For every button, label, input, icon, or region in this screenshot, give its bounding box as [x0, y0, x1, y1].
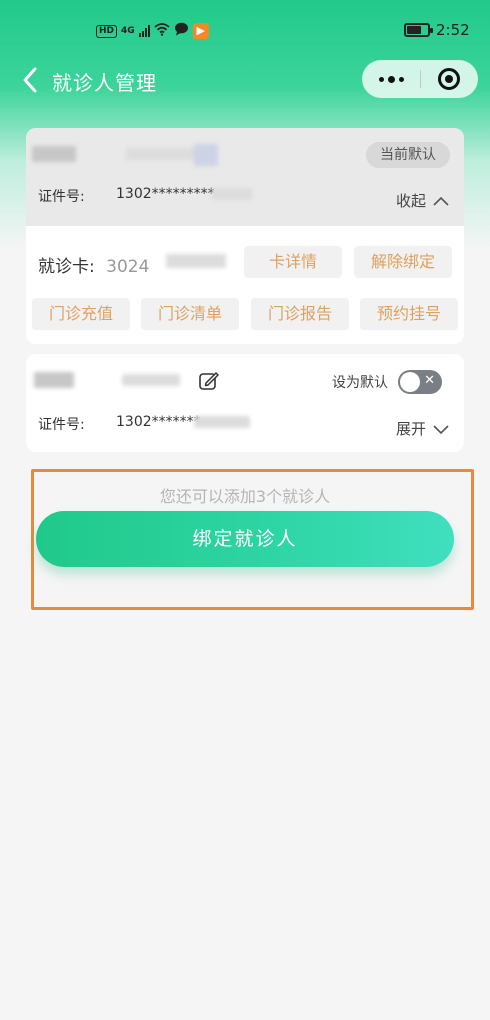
status-indicators: HD 4G ▶ — [96, 22, 209, 40]
wifi-icon — [154, 22, 170, 40]
patient-name-masked — [32, 146, 76, 162]
patient-card-header[interactable]: 当前默认 证件号: 1302********* 收起 — [26, 128, 464, 226]
current-default-badge: 当前默认 — [366, 142, 450, 168]
service-recharge-label: 门诊充值 — [48, 304, 113, 323]
expand-label: 展开 — [395, 420, 426, 438]
media-app-icon: ▶ — [192, 23, 209, 39]
service-report-button[interactable]: 门诊报告 — [251, 298, 349, 330]
bind-patient-button[interactable]: 绑定就诊人 — [36, 511, 454, 567]
service-report-label: 门诊报告 — [267, 304, 332, 323]
signal-bars-icon — [138, 25, 150, 37]
service-appointment-button[interactable]: 预约挂号 — [360, 298, 458, 330]
id-label: 证件号: — [38, 189, 85, 205]
status-right: 2:52 — [404, 21, 470, 39]
network-type: 4G — [121, 26, 135, 36]
mini-program-capsule — [362, 60, 478, 98]
remaining-patients-hint: 您还可以添加3个就诊人 — [159, 487, 331, 506]
set-default-label: 设为默认 — [332, 375, 388, 391]
set-default-switch[interactable]: ✕ — [398, 370, 442, 394]
unbind-button[interactable]: 解除绑定 — [354, 246, 452, 278]
switch-off-icon: ✕ — [424, 373, 435, 388]
medical-card-label-text: 就诊卡: — [38, 257, 95, 277]
chevron-up-icon — [433, 196, 449, 206]
target-close-icon — [438, 68, 460, 90]
more-button[interactable] — [362, 60, 420, 98]
patient-card-default: 当前默认 证件号: 1302********* 收起 就诊卡: 3024 卡详情… — [26, 128, 464, 344]
more-dots-icon — [378, 76, 384, 82]
card-details-button[interactable]: 卡详情 — [244, 246, 342, 278]
patient-name-masked — [34, 372, 74, 388]
back-button[interactable] — [18, 64, 46, 96]
service-appointment-label: 预约挂号 — [376, 304, 441, 323]
patient-card: 设为默认 ✕ 证件号: 1302******* 展开 — [26, 354, 464, 452]
id-label: 证件号: — [38, 417, 85, 433]
medical-card-label: 就诊卡: 3024 — [38, 252, 149, 277]
unbind-label: 解除绑定 — [370, 252, 435, 271]
hd-badge: HD — [96, 24, 118, 38]
id-number-masked — [212, 188, 252, 200]
page-title: 就诊人管理 — [52, 71, 157, 95]
battery-icon — [404, 23, 433, 37]
medical-card-number: 3024 — [106, 257, 150, 277]
card-details-label: 卡详情 — [268, 252, 317, 271]
edit-icon[interactable] — [198, 370, 220, 392]
status-time: 2:52 — [436, 21, 470, 39]
navigation-bar: 就诊人管理 — [0, 58, 490, 104]
service-bill-button[interactable]: 门诊清单 — [141, 298, 239, 330]
collapse-toggle[interactable]: 收起 — [396, 190, 450, 211]
set-default-row: 设为默认 ✕ — [332, 370, 442, 394]
patient-info-masked — [122, 374, 180, 386]
service-recharge-button[interactable]: 门诊充值 — [32, 298, 130, 330]
expand-toggle[interactable]: 展开 — [396, 418, 450, 439]
chat-bubble-icon — [174, 22, 189, 40]
status-bar: HD 4G ▶ 2:52 — [0, 18, 490, 46]
chevron-left-icon — [23, 67, 37, 93]
edit-icon[interactable] — [194, 144, 218, 166]
collapse-label: 收起 — [395, 192, 426, 210]
service-bill-label: 门诊清单 — [157, 304, 222, 323]
id-number-masked — [194, 416, 250, 428]
card-number-masked — [166, 254, 226, 268]
id-number: 1302******* — [116, 414, 201, 430]
chevron-down-icon — [433, 424, 449, 434]
id-number: 1302********* — [116, 186, 215, 202]
close-mini-program-button[interactable] — [420, 60, 478, 98]
